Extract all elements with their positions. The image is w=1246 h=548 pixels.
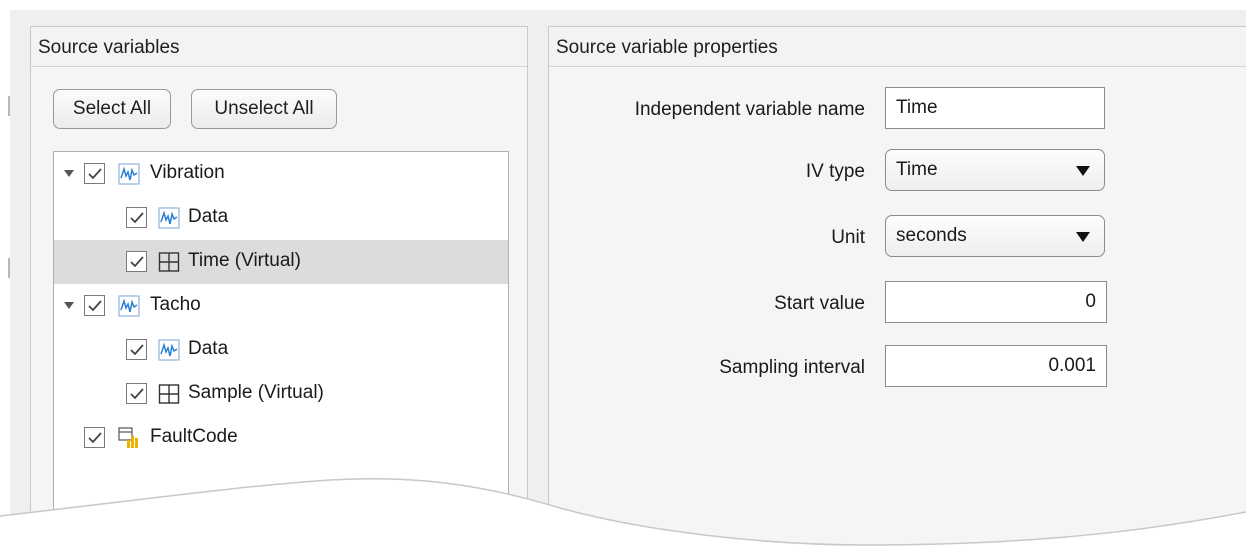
source-variable-properties-title: Source variable properties: [549, 27, 1246, 67]
checkbox-sample-virtual[interactable]: [126, 383, 147, 404]
tree-node-tacho-data[interactable]: Data: [54, 328, 508, 372]
checkbox-faultcode[interactable]: [84, 427, 105, 448]
iv-type-selected: Time: [896, 159, 938, 180]
table-icon: [158, 384, 180, 404]
unit-selected: seconds: [896, 225, 967, 246]
iv-name-field[interactable]: Time: [885, 87, 1105, 129]
table-icon: [158, 252, 180, 272]
splitter-edge: [0, 0, 10, 548]
tree-node-faultcode[interactable]: FaultCode: [54, 416, 508, 460]
sampling-interval-field[interactable]: 0.001: [885, 345, 1107, 387]
source-variables-title: Source variables: [31, 27, 527, 67]
select-all-button[interactable]: Select All: [53, 89, 171, 129]
tree-node-label: Data: [188, 338, 229, 359]
tree-node-time-virtual[interactable]: Time (Virtual): [54, 240, 508, 284]
expand-arrow-icon[interactable]: [64, 302, 74, 309]
checkbox-tacho-data[interactable]: [126, 339, 147, 360]
tree-node-sample-virtual[interactable]: Sample (Virtual): [54, 372, 508, 416]
tree-node-tacho[interactable]: Tacho: [54, 284, 508, 328]
sampling-interval-label: Sampling interval: [719, 357, 865, 378]
tree-node-vibration-data[interactable]: Data: [54, 196, 508, 240]
tree-node-vibration[interactable]: Vibration: [54, 152, 508, 196]
source-variable-properties-panel: Source variable properties Independent v…: [548, 26, 1246, 548]
iv-type-dropdown[interactable]: Time: [885, 149, 1105, 191]
checkbox-vibration[interactable]: [84, 163, 105, 184]
tree-node-label: Time (Virtual): [188, 250, 301, 271]
app-window: Source variables Select All Unselect All…: [0, 0, 1246, 548]
signal-icon: [158, 339, 180, 361]
unit-label: Unit: [831, 227, 865, 248]
tree-node-label: Tacho: [150, 294, 201, 315]
tree-node-label: Data: [188, 206, 229, 227]
iv-type-label: IV type: [805, 161, 865, 182]
signal-icon: [118, 295, 140, 317]
chevron-down-icon: [1076, 232, 1090, 242]
tree-node-label: Vibration: [150, 162, 225, 183]
chevron-down-icon: [1076, 166, 1090, 176]
tree-node-label: Sample (Virtual): [188, 382, 324, 403]
unselect-all-button[interactable]: Unselect All: [191, 89, 337, 129]
start-value-label: Start value: [774, 293, 865, 314]
expand-arrow-icon[interactable]: [64, 170, 74, 177]
iv-name-label: Independent variable name: [634, 99, 865, 120]
unit-dropdown[interactable]: seconds: [885, 215, 1105, 257]
checkbox-time-virtual[interactable]: [126, 251, 147, 272]
source-variables-tree[interactable]: Vibration Data Time (Virtual) Tacho Data…: [53, 151, 509, 548]
condition-variable-icon: [118, 427, 138, 448]
checkbox-tacho[interactable]: [84, 295, 105, 316]
start-value-field[interactable]: 0: [885, 281, 1107, 323]
tree-node-label: FaultCode: [150, 426, 238, 447]
checkbox-vibration-data[interactable]: [126, 207, 147, 228]
signal-icon: [118, 163, 140, 185]
source-variables-panel: Source variables Select All Unselect All…: [30, 26, 528, 548]
signal-icon: [158, 207, 180, 229]
